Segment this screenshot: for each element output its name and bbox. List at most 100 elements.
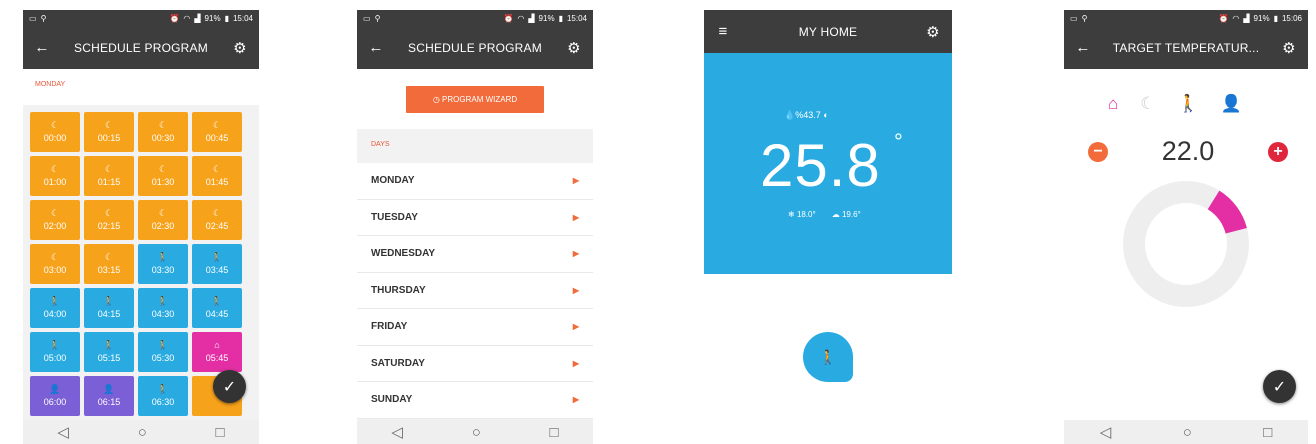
confirm-check-button[interactable]: ✓ xyxy=(213,370,246,403)
day-row[interactable]: SATURDAY ▶ xyxy=(357,345,593,382)
time-slot[interactable]: ☾ 02:45 xyxy=(192,200,242,240)
day-row[interactable]: SUNDAY ▶ xyxy=(357,382,593,419)
slot-time: 05:45 xyxy=(205,353,229,363)
temperature-ring-dial[interactable] xyxy=(1122,180,1250,308)
day-row[interactable]: WEDNESDAY ▶ xyxy=(357,236,593,273)
min-temp-value: 18.0° xyxy=(796,210,816,219)
time-slot[interactable]: ☾ 01:00 xyxy=(30,156,80,196)
chevron-right-icon: ▶ xyxy=(572,395,579,405)
time-slot[interactable]: ☾ 00:30 xyxy=(138,112,188,152)
time-slot[interactable]: ☾ 01:45 xyxy=(192,156,242,196)
away-mode-icon[interactable]: 🚶 xyxy=(1178,94,1199,114)
time-slot[interactable]: 🚶 05:30 xyxy=(138,332,188,372)
confirm-check-button[interactable]: ✓ xyxy=(1263,370,1296,403)
time-slot[interactable]: ☾ 00:00 xyxy=(30,112,80,152)
time-slot[interactable]: ☾ 01:15 xyxy=(84,156,134,196)
home-mode-icon[interactable]: ⌂ xyxy=(1108,94,1118,114)
time-slot[interactable]: 👤 06:15 xyxy=(84,376,134,416)
nav-back-icon[interactable]: ◁ xyxy=(391,423,403,441)
wifi-icon: ◠ xyxy=(183,13,191,23)
back-arrow-icon[interactable]: ← xyxy=(1074,39,1092,56)
day-row[interactable]: FRIDAY ▶ xyxy=(357,309,593,346)
time-slot[interactable]: ☾ 00:15 xyxy=(84,112,134,152)
night-mode-icon[interactable]: ☾ xyxy=(1140,94,1155,114)
time-slot[interactable]: 👤 06:00 xyxy=(30,376,80,416)
slot-time: 00:00 xyxy=(43,133,67,143)
gear-icon[interactable]: ⚙ xyxy=(565,39,583,57)
slot-time: 00:30 xyxy=(151,133,175,143)
slot-mode-icon: 🚶 xyxy=(211,252,223,262)
slot-time: 02:30 xyxy=(151,221,175,231)
day-name: SUNDAY xyxy=(371,394,413,406)
time-slot-grid: ☾ 00:00 ☾ 00:15 ☾ 00:30 ☾ 00:45 ☾ 01:00 ☾ 01:15 ☾ 01:… xyxy=(23,105,259,416)
battery-level: 91% xyxy=(204,13,221,23)
wizard-container: ◷ PROGRAM WIZARD xyxy=(357,69,593,129)
time-slot[interactable]: ☾ 03:15 xyxy=(84,244,134,284)
slot-time: 04:15 xyxy=(97,309,121,319)
day-row[interactable]: TUESDAY ▶ xyxy=(357,199,593,236)
gear-icon[interactable]: ⚙ xyxy=(924,23,942,41)
alarm-icon: ⏰ xyxy=(169,13,180,23)
back-arrow-icon[interactable]: ← xyxy=(367,39,385,56)
time-slot[interactable]: ☾ 00:45 xyxy=(192,112,242,152)
decrease-button[interactable]: − xyxy=(1088,141,1108,162)
time-slot[interactable]: ☾ 03:00 xyxy=(30,244,80,284)
slot-time: 06:15 xyxy=(97,397,121,407)
time-slot[interactable]: ☾ 01:30 xyxy=(138,156,188,196)
nav-recents-icon[interactable]: □ xyxy=(1263,424,1272,441)
setpoint-row: − 22.0 + xyxy=(1088,136,1288,167)
nav-recents-icon[interactable]: □ xyxy=(550,424,559,441)
day-row[interactable]: MONDAY ▶ xyxy=(357,163,593,200)
android-nav-bar: ◁ ○ □ xyxy=(23,420,259,444)
battery-level: 91% xyxy=(1253,13,1270,23)
time-slot[interactable]: 🚶 04:30 xyxy=(138,288,188,328)
time-slot[interactable]: ☾ 02:30 xyxy=(138,200,188,240)
target-temperature-value: 22.0 xyxy=(1161,136,1215,166)
time-slot[interactable]: ☾ 02:00 xyxy=(30,200,80,240)
slot-mode-icon: ☾ xyxy=(158,208,168,218)
increase-button[interactable]: + xyxy=(1268,141,1288,162)
time-slot[interactable]: 🚶 06:30 xyxy=(138,376,188,416)
gear-icon[interactable]: ⚙ xyxy=(1280,39,1298,57)
nav-home-icon[interactable]: ○ xyxy=(138,424,147,441)
status-bar: ▭ ⚲ ⏰ ◠ ▟ 91% ▮ 15:06 xyxy=(1064,10,1308,26)
screen-icon: ▭ xyxy=(363,13,371,23)
slot-time: 05:00 xyxy=(43,353,67,363)
android-nav-bar: ◁ ○ □ xyxy=(1064,420,1308,444)
min-temp: ❄ 18.0° xyxy=(788,210,816,219)
time-slot[interactable]: ☾ 02:15 xyxy=(84,200,134,240)
slot-time: 03:15 xyxy=(97,265,121,275)
nav-recents-icon[interactable]: □ xyxy=(216,424,225,441)
battery-icon: ▮ xyxy=(1273,13,1278,23)
slot-time: 03:30 xyxy=(151,265,175,275)
nav-home-icon[interactable]: ○ xyxy=(1183,424,1192,441)
slot-mode-icon: ☾ xyxy=(158,120,168,130)
mode-bubble-button[interactable]: 🚶 xyxy=(803,332,853,382)
slot-mode-icon: ☾ xyxy=(104,120,114,130)
nav-home-icon[interactable]: ○ xyxy=(472,424,481,441)
nav-back-icon[interactable]: ◁ xyxy=(57,423,69,441)
gear-icon[interactable]: ⚙ xyxy=(231,39,249,57)
time-slot[interactable]: 🚶 04:00 xyxy=(30,288,80,328)
program-wizard-button[interactable]: ◷ PROGRAM WIZARD xyxy=(406,85,544,113)
clock: 15:04 xyxy=(566,13,587,23)
time-slot[interactable]: 🚶 03:45 xyxy=(192,244,242,284)
back-arrow-icon[interactable]: ← xyxy=(33,39,51,56)
time-slot[interactable]: 🚶 05:00 xyxy=(30,332,80,372)
slot-mode-icon: ☾ xyxy=(104,252,114,262)
time-slot[interactable]: 🚶 04:45 xyxy=(192,288,242,328)
user-mode-icon[interactable]: 👤 xyxy=(1221,94,1242,114)
day-name: MONDAY xyxy=(371,175,415,187)
time-slot[interactable]: ⌂ 05:45 xyxy=(192,332,242,372)
search-icon: ⚲ xyxy=(40,13,47,23)
time-slot[interactable]: 🚶 05:15 xyxy=(84,332,134,372)
menu-icon[interactable]: ≡ xyxy=(714,23,732,40)
day-row[interactable]: THURSDAY ▶ xyxy=(357,272,593,309)
time-slot[interactable]: 🚶 04:15 xyxy=(84,288,134,328)
slot-mode-icon: 🚶 xyxy=(49,296,61,306)
app-bar: ← TARGET TEMPERATUR... ⚙ xyxy=(1064,26,1308,69)
time-slot[interactable]: 🚶 03:30 xyxy=(138,244,188,284)
slot-mode-icon: 🚶 xyxy=(103,296,115,306)
slot-mode-icon: 👤 xyxy=(103,384,115,394)
nav-back-icon[interactable]: ◁ xyxy=(1100,423,1112,441)
